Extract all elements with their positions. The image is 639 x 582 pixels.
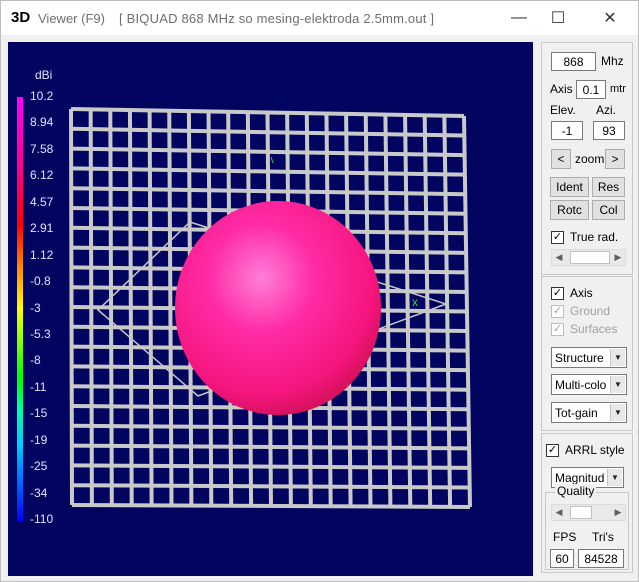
chevron-down-icon: ▼ [610, 404, 625, 421]
legend-tick-label: 6.12 [30, 168, 54, 183]
legend-tick-label: -25 [30, 459, 48, 474]
checkmark-icon: ✓ [551, 304, 564, 318]
legend-tick-label: 2.91 [30, 221, 54, 236]
z-axis-marker [270, 156, 274, 164]
color-button[interactable]: Col [592, 200, 625, 220]
surfaces-check-label: Surfaces [570, 322, 618, 336]
fps-label: FPS [553, 530, 577, 544]
app-badge: 3D [11, 9, 31, 26]
app-title: Viewer (F9) [38, 11, 105, 26]
axis-check-label: Axis [570, 286, 593, 300]
magnitude-select-value: Magnitud [555, 470, 605, 485]
quality-slider[interactable]: ◀ ▶ [551, 504, 626, 521]
color-scale-bar [17, 97, 23, 521]
3d-viewport[interactable]: x dBi 10.2 8.94 7.58 6.12 4.57 2.91 1.12 -0.8 -3… [8, 42, 533, 576]
reset-button[interactable]: Res [592, 177, 625, 197]
legend-tick-label: -8 [30, 353, 41, 368]
close-button[interactable]: ✕ [586, 1, 634, 35]
arrl-style-checkbox[interactable]: ✓ ARRL style [546, 442, 625, 458]
legend-tick-label: 4.57 [30, 194, 54, 209]
slider-right-icon: ▶ [614, 252, 622, 262]
axis-label: Axis [550, 82, 573, 96]
minimize-icon: — [511, 9, 527, 26]
arrl-style-label: ARRL style [565, 443, 625, 457]
close-icon: ✕ [603, 10, 617, 27]
chevron-down-icon: ▼ [610, 376, 625, 393]
legend-tick-label: -110 [30, 512, 54, 526]
true-rad-checkbox[interactable]: ✓ True rad. [551, 229, 618, 245]
structure-select-value: Structure [555, 350, 604, 365]
legend-unit: dBi [35, 68, 53, 82]
color-mode-select[interactable]: Multi-colo ▼ [551, 374, 627, 395]
legend-tick-label: -19 [30, 432, 48, 447]
checkmark-icon: ✓ [551, 322, 564, 336]
axis-length-field[interactable]: 0.1 [576, 80, 606, 99]
true-rad-label: True rad. [570, 230, 619, 244]
color-mode-select-value: Multi-colo [555, 377, 607, 392]
zoom-out-button[interactable]: > [605, 149, 625, 169]
gain-select[interactable]: Tot-gain ▼ [551, 402, 627, 423]
elevation-field[interactable]: -1 [551, 121, 583, 140]
zoom-in-button[interactable]: < [551, 149, 571, 169]
tris-value: 84528 [578, 549, 624, 568]
maximize-icon: ☐ [550, 10, 566, 27]
grid-line [71, 483, 470, 490]
gain-select-value: Tot-gain [555, 405, 598, 420]
legend-tick-label: -3 [30, 300, 41, 315]
elevation-label: Elev. [550, 103, 576, 117]
maximize-button[interactable]: ☐ [534, 1, 582, 35]
x-axis-marker: x [412, 295, 418, 309]
slider-right-icon: ▶ [614, 507, 622, 517]
grid-line [71, 503, 471, 509]
legend-tick-label: 10.2 [30, 89, 54, 103]
legend-tick-label: 8.94 [30, 115, 54, 130]
file-title: [ BIQUAD 868 MHz so mesing-elektroda 2.5… [119, 11, 435, 26]
checkmark-icon: ✓ [551, 286, 564, 300]
rad-slider[interactable]: ◀ ▶ [551, 249, 626, 266]
slider-left-icon: ◀ [555, 507, 563, 517]
legend-tick-label: -15 [30, 406, 48, 421]
radiation-sphere [175, 201, 381, 415]
legend-tick-label: -11 [30, 379, 47, 394]
legend-tick-label: 7.58 [30, 141, 54, 156]
azimuth-field[interactable]: 93 [593, 121, 625, 140]
azimuth-label: Azi. [596, 103, 617, 117]
title-bar[interactable]: 3D Viewer (F9) [ BIQUAD 868 MHz so mesin… [1, 1, 638, 35]
legend-tick-label: 1.12 [30, 247, 54, 262]
slider-left-icon: ◀ [555, 252, 563, 262]
frequency-unit: Mhz [601, 54, 624, 68]
axis-unit: mtr [610, 83, 626, 95]
viewer-window: 3D Viewer (F9) [ BIQUAD 868 MHz so mesin… [0, 0, 639, 582]
frequency-field[interactable]: 868 [551, 52, 596, 71]
control-panel: 868 Mhz Axis 0.1 mtr Elev. Azi. -1 93 < … [541, 42, 634, 577]
tris-label: Tri's [592, 530, 614, 544]
ground-check-label: Ground [570, 304, 611, 318]
slider-thumb[interactable] [570, 506, 592, 519]
legend-tick-label: -34 [30, 485, 48, 500]
grid-line [71, 463, 470, 470]
rotc-button[interactable]: Rotc [550, 200, 589, 220]
ident-button[interactable]: Ident [550, 177, 589, 197]
chevron-down-icon: ▼ [610, 349, 625, 366]
surfaces-checkbox[interactable]: ✓ Surfaces [551, 321, 617, 337]
checkmark-icon: ✓ [551, 230, 564, 244]
grid-line [71, 443, 470, 451]
zoom-label: zoom [575, 152, 605, 166]
legend-tick-label: -5.3 [30, 326, 51, 341]
fps-value: 60 [550, 549, 574, 568]
radiation-pattern-scene: x [69, 107, 472, 509]
legend-tick-label: -0.8 [30, 274, 51, 289]
chevron-down-icon: ▼ [607, 469, 622, 486]
quality-label: Quality [555, 484, 597, 498]
slider-thumb[interactable] [570, 251, 610, 264]
checkmark-icon: ✓ [546, 443, 559, 457]
ground-checkbox[interactable]: ✓ Ground [551, 303, 610, 319]
structure-select[interactable]: Structure ▼ [551, 347, 627, 368]
axis-checkbox[interactable]: ✓ Axis [551, 285, 593, 301]
